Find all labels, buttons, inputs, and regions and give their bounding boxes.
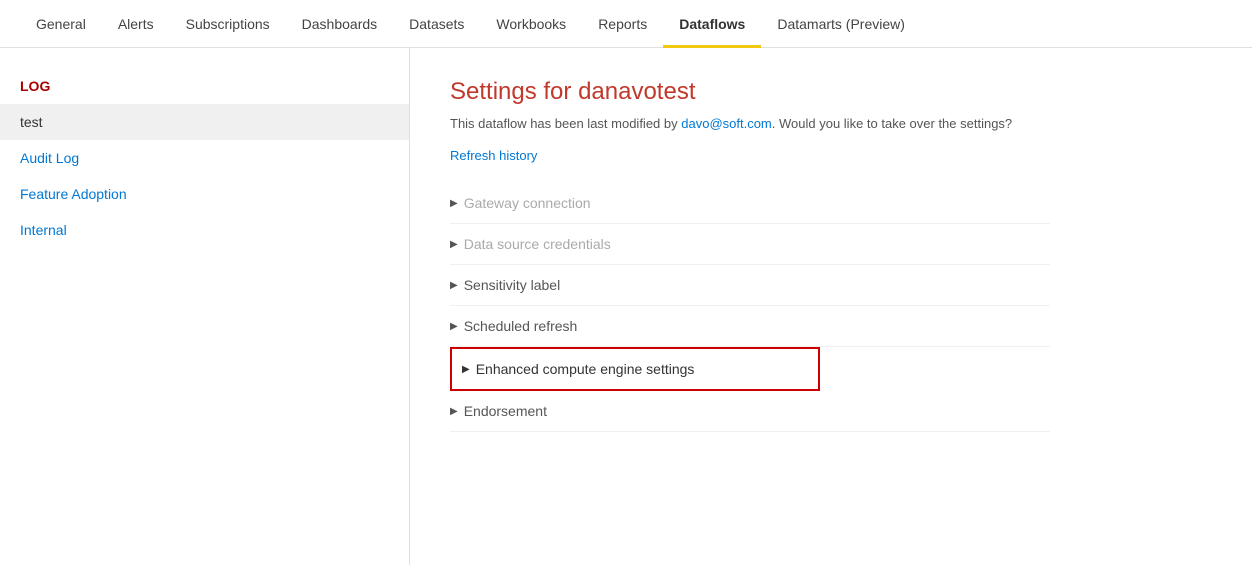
sidebar-item-audit-log[interactable]: Audit Log (0, 140, 409, 176)
sidebar: LOG test Audit Log Feature Adoption Inte… (0, 48, 410, 565)
main-layout: LOG test Audit Log Feature Adoption Inte… (0, 48, 1252, 565)
accordion-scheduled-text: Scheduled refresh (464, 318, 578, 334)
refresh-history-link[interactable]: Refresh history (450, 148, 537, 163)
accordion-sensitivity-label[interactable]: ▶ Sensitivity label (450, 265, 1050, 306)
accordion-scheduled-refresh[interactable]: ▶ Scheduled refresh (450, 306, 1050, 347)
nav-dataflows[interactable]: Dataflows (663, 0, 761, 48)
accordion-endorsement[interactable]: ▶ Endorsement (450, 391, 1050, 432)
subtitle-email-link[interactable]: davo@soft.com (681, 116, 772, 131)
nav-alerts[interactable]: Alerts (102, 0, 170, 48)
accordion-gateway-connection[interactable]: ▶ Gateway connection (450, 183, 1050, 224)
accordion-enhanced-text: Enhanced compute engine settings (476, 361, 695, 377)
accordion-sensitivity-text: Sensitivity label (464, 277, 561, 293)
accordion-data-source-credentials[interactable]: ▶ Data source credentials (450, 224, 1050, 265)
nav-general[interactable]: General (20, 0, 102, 48)
nav-datasets[interactable]: Datasets (393, 0, 480, 48)
subtitle-before: This dataflow has been last modified by (450, 116, 681, 131)
chevron-right-icon: ▶ (450, 280, 458, 291)
subtitle-after: . Would you like to take over the settin… (772, 116, 1012, 131)
chevron-right-icon: ▶ (450, 321, 458, 332)
sidebar-item-feature-adoption[interactable]: Feature Adoption (0, 176, 409, 212)
subtitle-text: This dataflow has been last modified by … (450, 116, 1212, 131)
accordion-datasource-label: Data source credentials (464, 236, 611, 252)
page-title: Settings for danavotest (450, 78, 1212, 106)
main-content: Settings for danavotest This dataflow ha… (410, 48, 1252, 565)
chevron-right-icon: ▶ (450, 239, 458, 250)
top-navigation: General Alerts Subscriptions Dashboards … (0, 0, 1252, 48)
nav-workbooks[interactable]: Workbooks (480, 0, 582, 48)
nav-reports[interactable]: Reports (582, 0, 663, 48)
sidebar-item-test[interactable]: test (0, 104, 409, 140)
nav-datamarts[interactable]: Datamarts (Preview) (761, 0, 921, 48)
chevron-right-icon: ▶ (462, 364, 470, 375)
accordion-gateway-label: Gateway connection (464, 195, 591, 211)
chevron-right-icon: ▶ (450, 198, 458, 209)
sidebar-item-log[interactable]: LOG (0, 68, 409, 104)
chevron-right-icon: ▶ (450, 406, 458, 417)
nav-dashboards[interactable]: Dashboards (286, 0, 394, 48)
sidebar-item-internal[interactable]: Internal (0, 212, 409, 248)
accordion-enhanced-compute[interactable]: ▶ Enhanced compute engine settings (450, 347, 820, 391)
accordion-endorsement-text: Endorsement (464, 403, 547, 419)
nav-subscriptions[interactable]: Subscriptions (170, 0, 286, 48)
